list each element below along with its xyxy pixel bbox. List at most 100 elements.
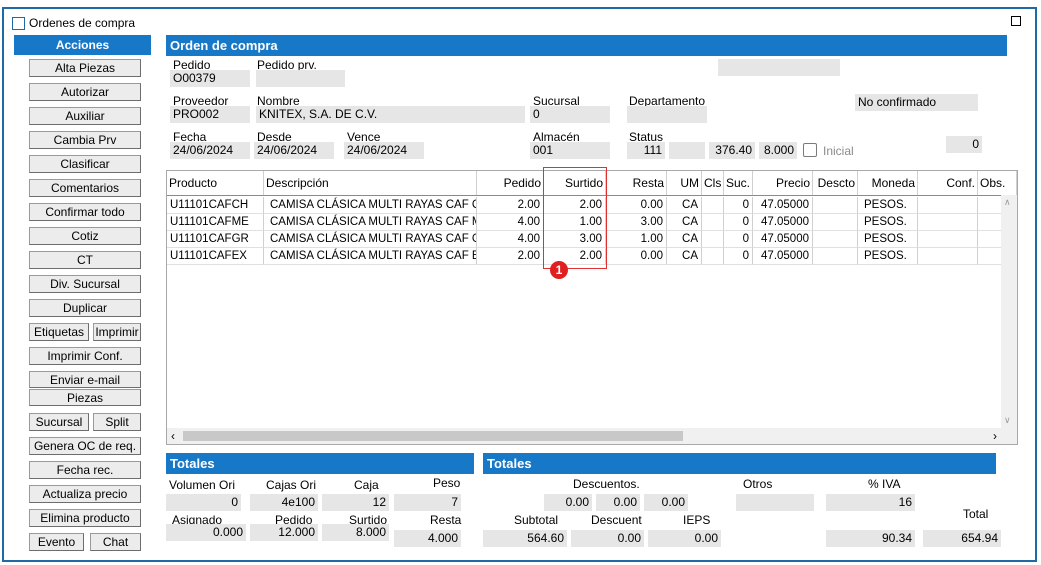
col-conf[interactable]: Conf. [918,171,978,195]
col-cls[interactable]: Cls [702,171,724,195]
cell-producto[interactable]: U11101CAFCH [167,197,264,214]
sucursal-button[interactable]: Sucursal [29,413,89,431]
cell-um[interactable]: CA [667,231,702,248]
etiquetas-button[interactable]: Etiquetas [29,323,89,341]
cell-obs[interactable] [978,248,1003,265]
cell-cls[interactable] [702,248,724,265]
enviar-email-button[interactable]: Enviar e-mail [29,371,141,388]
cell-resta[interactable]: 1.00 [606,231,667,248]
actualiza-precio-button[interactable]: Actualiza precio [29,485,141,503]
pedido-prv-field[interactable] [256,70,345,87]
col-descto[interactable]: Descto [813,171,858,195]
sucursal-field[interactable]: 0 [530,106,610,123]
cell-conf[interactable] [918,231,978,248]
cell-conf[interactable] [918,197,978,214]
cell-resta[interactable]: 3.00 [606,214,667,231]
inicial-checkbox[interactable] [803,143,817,157]
cell-cls[interactable] [702,197,724,214]
fecha-field[interactable]: 24/06/2024 [170,142,250,159]
cell-moneda[interactable]: PESOS. [858,214,918,231]
cell-moneda[interactable]: PESOS. [858,231,918,248]
comentarios-button[interactable]: Comentarios [29,179,141,197]
autorizar-button[interactable]: Autorizar [29,83,141,101]
cell-cls[interactable] [702,231,724,248]
clasificar-button[interactable]: Clasificar [29,155,141,173]
cell-suc[interactable]: 0 [724,214,753,231]
alta-piezas-button[interactable]: Alta Piezas [29,59,141,77]
cell-um[interactable]: CA [667,214,702,231]
cell-precio[interactable]: 47.05000 [753,231,813,248]
cell-descto[interactable] [813,248,858,265]
cell-suc[interactable]: 0 [724,248,753,265]
confirmar-todo-button[interactable]: Confirmar todo [29,203,141,221]
cell-pedido[interactable]: 4.00 [477,214,544,231]
cell-pedido[interactable]: 2.00 [477,197,544,214]
col-resta[interactable]: Resta [606,171,667,195]
horizontal-scrollbar[interactable]: ‹ › [167,428,1017,444]
ct-button[interactable]: CT [29,251,141,269]
cell-descto[interactable] [813,231,858,248]
cell-conf[interactable] [918,248,978,265]
piezas-button[interactable]: Piezas [29,389,141,406]
cell-precio[interactable]: 47.05000 [753,214,813,231]
pedido-field[interactable]: O00379 [170,70,250,87]
auxiliar-button[interactable]: Auxiliar [29,107,141,125]
cell-producto[interactable]: U11101CAFGR [167,231,264,248]
cotiz-button[interactable]: Cotiz [29,227,141,245]
cell-producto[interactable]: U11101CAFME [167,214,264,231]
cell-precio[interactable]: 47.05000 [753,248,813,265]
almacen-field[interactable]: 001 [530,142,610,159]
cell-resta[interactable]: 0.00 [606,248,667,265]
cell-descripcion[interactable]: CAMISA CLÁSICA MULTI RAYAS CAF ME [264,214,477,231]
col-producto[interactable]: Producto [167,171,264,195]
imprimir-conf-button[interactable]: Imprimir Conf. [29,347,141,365]
cell-descripcion[interactable]: CAMISA CLÁSICA MULTI RAYAS CAF CH [264,197,477,214]
cell-pedido[interactable]: 2.00 [477,248,544,265]
proveedor-field[interactable]: PRO002 [170,106,250,123]
cell-descto[interactable] [813,214,858,231]
cell-precio[interactable]: 47.05000 [753,197,813,214]
col-descripcion[interactable]: Descripción [264,171,477,195]
split-button[interactable]: Split [93,413,141,431]
scroll-down-icon[interactable]: ∨ [1004,415,1011,426]
cell-moneda[interactable]: PESOS. [858,197,918,214]
status-field[interactable]: 111 [627,142,665,159]
chat-button[interactable]: Chat [90,533,141,551]
elimina-producto-button[interactable]: Elimina producto [29,509,141,527]
col-pedido[interactable]: Pedido [477,171,544,195]
col-suc[interactable]: Suc. [724,171,753,195]
div-sucursal-button[interactable]: Div. Sucursal [29,275,141,293]
cell-descripcion[interactable]: CAMISA CLÁSICA MULTI RAYAS CAF GR [264,231,477,248]
cell-um[interactable]: CA [667,197,702,214]
col-precio[interactable]: Precio [753,171,813,195]
cell-suc[interactable]: 0 [724,197,753,214]
cell-obs[interactable] [978,197,1003,214]
desde-field[interactable]: 24/06/2024 [254,142,334,159]
cell-cls[interactable] [702,214,724,231]
cell-descripcion[interactable]: CAMISA CLÁSICA MULTI RAYAS CAF EX [264,248,477,265]
cell-moneda[interactable]: PESOS. [858,248,918,265]
scroll-right-icon[interactable]: › [993,428,997,444]
cell-suc[interactable]: 0 [724,231,753,248]
col-moneda[interactable]: Moneda [858,171,918,195]
departamento-field[interactable] [627,106,707,123]
col-um[interactable]: UM [667,171,702,195]
duplicar-button[interactable]: Duplicar [29,299,141,317]
fecha-rec-button[interactable]: Fecha rec. [29,461,141,479]
cell-obs[interactable] [978,231,1003,248]
col-obs[interactable]: Obs. [978,171,1017,195]
cell-obs[interactable] [978,214,1003,231]
evento-button[interactable]: Evento [29,533,84,551]
cell-descto[interactable] [813,197,858,214]
maximize-icon[interactable] [1011,16,1021,26]
scroll-up-icon[interactable]: ∧ [1004,197,1011,208]
imprimir-button[interactable]: Imprimir [93,323,141,341]
vence-field[interactable]: 24/06/2024 [344,142,424,159]
genera-oc-button[interactable]: Genera OC de req. [29,437,141,455]
vertical-scrollbar[interactable]: ∧ ∨ [1001,195,1017,428]
cell-producto[interactable]: U11101CAFEX [167,248,264,265]
horizontal-scroll-thumb[interactable] [183,431,683,441]
scroll-left-icon[interactable]: ‹ [171,428,175,444]
cell-resta[interactable]: 0.00 [606,197,667,214]
cell-conf[interactable] [918,214,978,231]
